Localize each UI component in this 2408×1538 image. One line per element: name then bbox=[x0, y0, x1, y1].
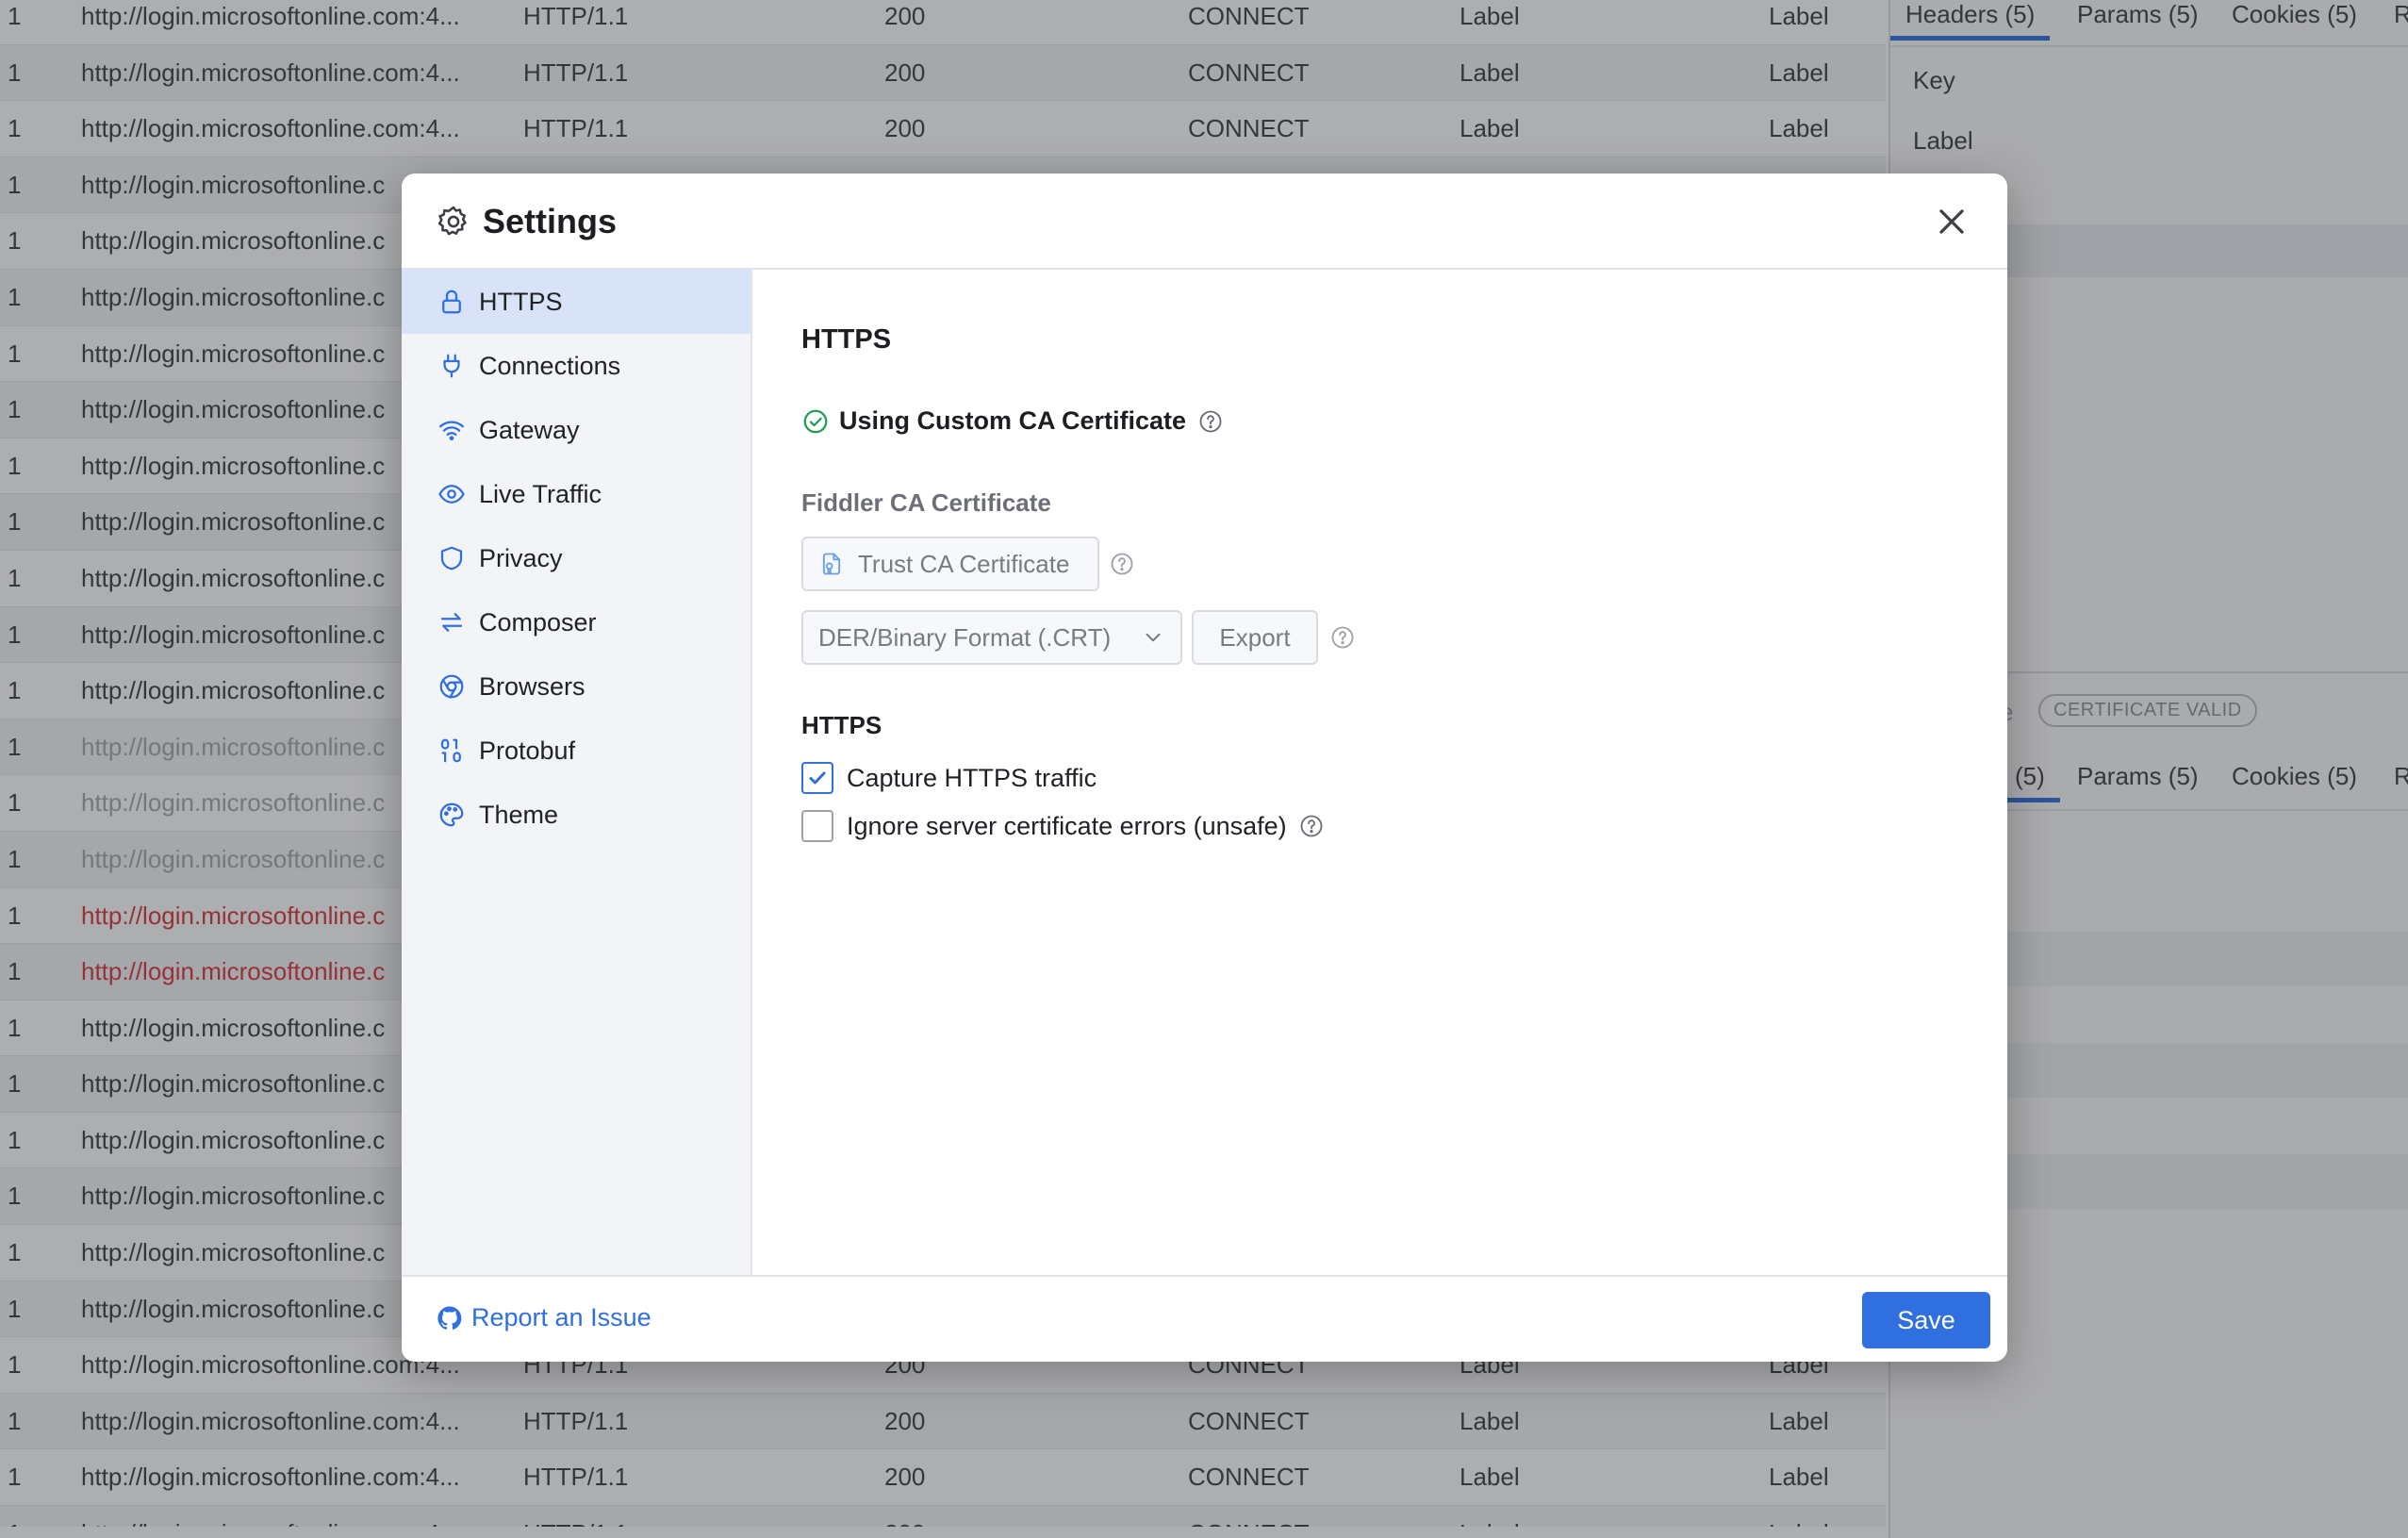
ca-status-text: Using Custom CA Certificate bbox=[839, 406, 1187, 435]
sidebar-item-label: Gateway bbox=[479, 415, 580, 444]
export-button[interactable]: Export bbox=[1192, 610, 1318, 665]
sidebar-item-browsers[interactable]: Browsers bbox=[402, 654, 750, 719]
sidebar-item-label: Privacy bbox=[479, 543, 563, 572]
plug-icon bbox=[443, 354, 460, 378]
lock-icon bbox=[442, 289, 461, 314]
sidebar-item-composer[interactable]: Composer bbox=[402, 590, 750, 654]
close-icon[interactable] bbox=[1934, 204, 1970, 240]
dialog-footer: Report an Issue Save bbox=[402, 1275, 2007, 1362]
wifi-icon bbox=[439, 421, 464, 441]
capture-https-option: Capture HTTPS traffic bbox=[801, 762, 1097, 794]
https-section-title: HTTPS bbox=[801, 711, 882, 739]
check-circle-icon bbox=[803, 409, 828, 433]
ca-status: Using Custom CA Certificate bbox=[801, 406, 1224, 436]
ignore-cert-errors-option: Ignore server certificate errors (unsafe… bbox=[801, 810, 1325, 842]
sidebar-item-https[interactable]: HTTPS bbox=[402, 270, 750, 334]
trust-ca-label: Trust CA Certificate bbox=[858, 549, 1070, 578]
sidebar-item-live-traffic[interactable]: Live Traffic bbox=[402, 462, 750, 526]
sidebar-item-label: Browsers bbox=[479, 671, 586, 701]
save-button[interactable]: Save bbox=[1862, 1292, 1990, 1348]
capture-https-checkbox[interactable] bbox=[801, 762, 833, 794]
sidebar-item-protobuf[interactable]: Protobuf bbox=[402, 719, 750, 783]
help-icon[interactable] bbox=[1329, 624, 1356, 651]
certificate-format-select[interactable]: DER/Binary Format (.CRT) bbox=[801, 610, 1182, 665]
shield-icon bbox=[440, 546, 463, 571]
chevron-down-icon bbox=[1146, 633, 1161, 642]
sidebar-item-label: Connections bbox=[479, 351, 621, 380]
ignore-cert-errors-label: Ignore server certificate errors (unsafe… bbox=[847, 811, 1287, 840]
sidebar-item-label: Live Traffic bbox=[479, 479, 602, 508]
ca-certificate-label: Fiddler CA Certificate bbox=[801, 488, 1051, 517]
ignore-cert-errors-checkbox[interactable] bbox=[801, 810, 833, 842]
dialog-title: Settings bbox=[483, 202, 618, 240]
sidebar-item-gateway[interactable]: Gateway bbox=[402, 398, 750, 462]
gear-icon bbox=[437, 206, 467, 236]
report-issue-link[interactable]: Report an Issue bbox=[436, 1303, 651, 1332]
settings-sidebar: HTTPS Connections Gateway Live Traffic P… bbox=[402, 270, 752, 1275]
page-title: HTTPS bbox=[801, 324, 892, 355]
help-icon[interactable] bbox=[1109, 551, 1135, 577]
dialog-header: Settings bbox=[402, 174, 2007, 270]
settings-dialog: Settings HTTPS Connections Gateway Live … bbox=[402, 174, 2007, 1362]
help-icon[interactable] bbox=[1197, 408, 1224, 435]
export-label: Export bbox=[1219, 622, 1291, 652]
sidebar-item-theme[interactable]: Theme bbox=[402, 783, 750, 847]
certificate-format-value: DER/Binary Format (.CRT) bbox=[818, 622, 1112, 652]
settings-content: HTTPS Using Custom CA Certificate Fiddle… bbox=[754, 270, 2007, 1275]
sidebar-item-label: HTTPS bbox=[479, 287, 563, 316]
trust-ca-button[interactable]: Trust CA Certificate bbox=[801, 537, 1099, 591]
checkmark-icon bbox=[809, 771, 826, 785]
sidebar-item-connections[interactable]: Connections bbox=[402, 334, 750, 398]
binary-icon bbox=[440, 738, 461, 763]
sidebar-item-privacy[interactable]: Privacy bbox=[402, 526, 750, 590]
report-issue-label: Report an Issue bbox=[471, 1303, 651, 1331]
sidebar-item-label: Protobuf bbox=[479, 736, 576, 765]
sidebar-item-label: Theme bbox=[479, 800, 559, 829]
github-icon bbox=[437, 1305, 462, 1330]
chrome-icon bbox=[439, 674, 464, 699]
certificate-icon bbox=[822, 553, 841, 575]
capture-https-label: Capture HTTPS traffic bbox=[847, 763, 1097, 792]
sidebar-item-label: Composer bbox=[479, 607, 597, 637]
help-icon[interactable] bbox=[1298, 813, 1325, 839]
eye-icon bbox=[438, 485, 465, 504]
palette-icon bbox=[439, 802, 464, 827]
arrows-exchange-icon bbox=[440, 613, 463, 632]
